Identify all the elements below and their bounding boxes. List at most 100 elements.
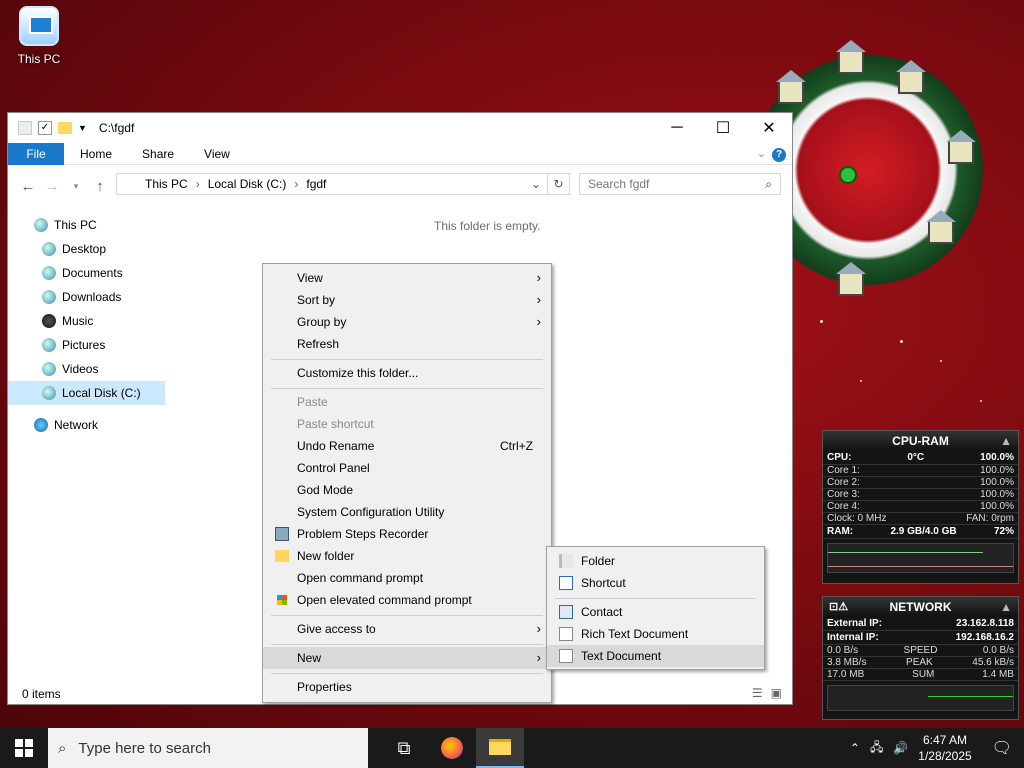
address-dropdown-icon[interactable]: ⌄ <box>531 177 541 191</box>
tab-home[interactable]: Home <box>64 147 126 161</box>
menu-item-paste-shortcut[interactable]: Paste shortcut <box>263 413 551 435</box>
submenu-item-text-document[interactable]: Text Document <box>547 645 764 667</box>
menu-item-new-folder[interactable]: New folder <box>263 545 551 567</box>
chevron-right-icon: › <box>536 314 541 329</box>
details-view-icon[interactable]: ☰ <box>752 686 763 700</box>
address-part-folder[interactable]: fgdf <box>306 177 326 191</box>
menu-item-control-panel[interactable]: Control Panel <box>263 457 551 479</box>
network-history-graph <box>827 685 1014 711</box>
up-button[interactable]: ↑ <box>88 178 112 195</box>
folder-icon[interactable] <box>58 122 72 134</box>
submenu-item-contact[interactable]: Contact <box>547 601 764 623</box>
collapse-icon[interactable]: ▲ <box>1000 597 1012 617</box>
house-icon <box>836 40 866 74</box>
breadcrumb-separator-icon[interactable]: › <box>294 177 298 191</box>
nav-item-desktop[interactable]: Desktop <box>8 237 165 261</box>
address-bar[interactable]: This PC › Local Disk (C:) › fgdf ⌄ <box>116 173 548 195</box>
minimize-button[interactable]: ─ <box>654 113 700 143</box>
menu-item-undo-rename[interactable]: Undo Rename Ctrl+Z <box>263 435 551 457</box>
menu-item-sort-by[interactable]: Sort by › <box>263 289 551 311</box>
folder-icon <box>275 550 289 562</box>
nav-item-videos[interactable]: Videos <box>8 357 165 381</box>
menu-label: Folder <box>581 554 616 568</box>
download-sum: 17.0 MB <box>827 669 865 680</box>
submenu-item-rich-text[interactable]: Rich Text Document <box>547 623 764 645</box>
submenu-item-folder[interactable]: Folder <box>547 550 764 572</box>
tab-file[interactable]: File <box>8 142 64 165</box>
cpu-temp: 0°C <box>907 452 925 463</box>
task-view-button[interactable]: ⧉ <box>380 728 428 768</box>
network-status-icon[interactable]: 🖧 <box>870 738 883 759</box>
firefox-taskbar-button[interactable] <box>428 728 476 768</box>
menu-item-open-command-prompt[interactable]: Open command prompt <box>263 567 551 589</box>
fan-speed: FAN: 0rpm <box>966 513 1014 524</box>
nav-label: Network <box>54 418 99 432</box>
new-submenu: Folder Shortcut Contact Rich Text Docume… <box>546 546 765 670</box>
file-explorer-taskbar-button[interactable] <box>476 728 524 768</box>
tab-view[interactable]: View <box>188 147 244 161</box>
nav-item-downloads[interactable]: Downloads <box>8 285 165 309</box>
menu-item-system-configuration[interactable]: System Configuration Utility <box>263 501 551 523</box>
menu-item-refresh[interactable]: Refresh <box>263 333 551 355</box>
expand-ribbon-icon[interactable]: ⌄ <box>757 147 766 160</box>
text-file-icon <box>559 649 573 663</box>
nav-item-documents[interactable]: Documents <box>8 261 165 285</box>
back-button[interactable]: ← <box>16 178 40 195</box>
core-label: Core 1: <box>827 465 860 476</box>
chevron-right-icon: › <box>536 650 541 665</box>
breadcrumb-separator-icon[interactable]: › <box>196 177 200 191</box>
menu-item-group-by[interactable]: Group by › <box>263 311 551 333</box>
menu-item-give-access[interactable]: Give access to › <box>263 618 551 640</box>
core-value: 100.0% <box>980 489 1014 500</box>
window-title: C:\fgdf <box>98 121 135 135</box>
external-ip-label: External IP: <box>827 618 883 629</box>
menu-item-properties[interactable]: Properties <box>263 676 551 698</box>
menu-label: Open elevated command prompt <box>297 593 472 607</box>
search-input[interactable]: Search fgdf ⌕ <box>579 173 781 195</box>
large-icons-view-icon[interactable]: ▣ <box>771 686 782 700</box>
menu-label: Contact <box>581 605 623 619</box>
menu-item-customize[interactable]: Customize this folder... <box>263 362 551 384</box>
show-hidden-icons-icon[interactable]: ⌃ <box>850 741 860 755</box>
maximize-button[interactable]: ☐ <box>700 113 746 143</box>
menu-item-new[interactable]: New › <box>263 647 551 669</box>
nav-item-network[interactable]: Network <box>8 413 165 437</box>
menu-item-open-elevated-prompt[interactable]: Open elevated command prompt <box>263 589 551 611</box>
menu-item-paste[interactable]: Paste <box>263 391 551 413</box>
menu-item-view[interactable]: View › <box>263 267 551 289</box>
menu-label: New folder <box>297 549 355 563</box>
menu-label: Customize this folder... <box>297 366 419 380</box>
chevron-down-icon[interactable]: ▼ <box>78 123 87 133</box>
nav-item-pictures[interactable]: Pictures <box>8 333 165 357</box>
tab-share[interactable]: Share <box>126 147 188 161</box>
help-icon[interactable]: ? <box>772 148 786 162</box>
nav-item-this-pc[interactable]: This PC <box>8 213 165 237</box>
desktop-icon-this-pc[interactable]: This PC <box>10 6 68 66</box>
action-center-icon[interactable]: 🗨 <box>992 738 1012 758</box>
address-part-this-pc[interactable]: This PC <box>145 177 188 191</box>
pictures-icon <box>42 338 56 352</box>
recent-locations-button[interactable]: ▾ <box>64 181 88 192</box>
documents-icon <box>42 266 56 280</box>
properties-check-icon[interactable]: ✓ <box>38 121 52 135</box>
start-button[interactable] <box>0 728 48 768</box>
menu-item-god-mode[interactable]: God Mode <box>263 479 551 501</box>
collapse-icon[interactable]: ▲ <box>1000 431 1012 451</box>
forward-button[interactable]: → <box>40 178 64 195</box>
volume-icon[interactable]: 🔊 <box>893 741 908 755</box>
empty-folder-text: This folder is empty. <box>434 219 541 233</box>
submenu-item-shortcut[interactable]: Shortcut <box>547 572 764 594</box>
menu-label: Group by <box>297 315 347 329</box>
address-part-local-disk[interactable]: Local Disk (C:) <box>208 177 287 191</box>
close-button[interactable]: ✕ <box>746 113 792 143</box>
download-peak: 3.8 MB/s <box>827 657 867 668</box>
menu-item-problem-steps-recorder[interactable]: Problem Steps Recorder <box>263 523 551 545</box>
clock[interactable]: 6:47 AM 1/28/2025 <box>918 732 971 764</box>
nav-item-music[interactable]: Music <box>8 309 165 333</box>
status-item-count: 0 items <box>22 687 61 701</box>
title-bar[interactable]: ✓ ▼ C:\fgdf ─ ☐ ✕ <box>8 113 792 143</box>
nav-item-local-disk[interactable]: Local Disk (C:) <box>8 381 165 405</box>
quick-access-icon[interactable] <box>18 121 32 135</box>
taskbar-search-box[interactable]: ⌕ Type here to search <box>48 728 368 768</box>
refresh-button[interactable]: ↻ <box>548 173 570 195</box>
